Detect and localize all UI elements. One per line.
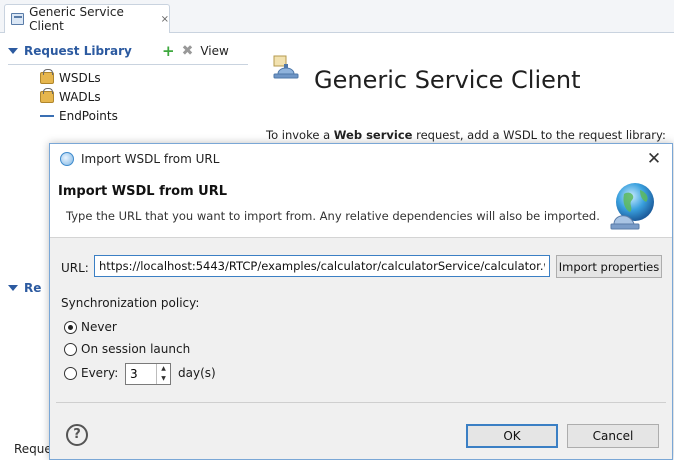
requests-header[interactable]: Re [8,279,41,297]
tree-item-wadls[interactable]: WADLs [40,88,101,105]
radio-button[interactable] [64,342,77,356]
url-input[interactable] [94,255,550,277]
editor-tab-bar: Generic Service Client ⨯ [0,0,674,33]
radio-button[interactable] [64,366,77,380]
tree-item-label: EndPoints [59,109,118,123]
days-input[interactable] [126,364,156,384]
service-client-logo-icon [273,55,299,79]
dialog-app-icon [60,152,74,166]
tree-item-label: WSDLs [59,71,101,85]
dialog-separator [56,402,666,403]
radio-label: Never [81,320,117,334]
dialog-window-title: Import WSDL from URL [81,152,220,166]
service-client-icon [11,13,25,25]
tab-close-icon[interactable]: ⨯ [161,14,169,25]
import-wsdl-dialog: Import WSDL from URL ✕ Import WSDL from … [49,143,673,460]
help-icon[interactable]: ? [66,424,88,446]
library-divider [8,64,248,65]
radio-on-session-launch[interactable]: On session launch [64,342,190,356]
sync-policy-label: Synchronization policy: [61,296,200,310]
tree-item-wsdls[interactable]: WSDLs [40,69,101,86]
tab-label: Generic Service Client [29,5,124,33]
radio-button-checked[interactable] [64,320,77,334]
tab-generic-service-client[interactable]: Generic Service Client ⨯ [4,4,170,33]
days-stepper[interactable]: ▲ ▼ [125,363,171,385]
radio-label: Every: [81,366,119,380]
stepper-arrows[interactable]: ▲ ▼ [156,364,170,384]
request-library-header[interactable]: Request Library [8,42,132,60]
dialog-header: Import WSDL from URL Type the URL that y… [50,174,672,238]
collapse-triangle-icon[interactable] [8,285,18,291]
stepper-down-icon[interactable]: ▼ [157,374,170,384]
intro-bold: Web service [333,128,413,142]
intro-text: To invoke a Web service request, add a W… [266,128,666,142]
ok-button[interactable]: OK [466,424,558,448]
dialog-heading: Import WSDL from URL [58,184,227,199]
intro-prefix: To invoke a [266,128,334,142]
days-unit-label: day(s) [178,366,216,380]
tree-item-endpoints[interactable]: EndPoints [40,108,118,124]
close-icon[interactable]: ✕ [644,149,664,169]
add-icon[interactable]: + [162,44,175,59]
dialog-description: Type the URL that you want to import fro… [66,209,600,223]
library-toolbar: + ✖ View [162,44,229,59]
requests-footer-text: Reque [14,442,52,456]
import-properties-button[interactable]: Import properties [556,255,662,278]
collapse-triangle-icon[interactable] [8,48,18,54]
dialog-titlebar[interactable]: Import WSDL from URL ✕ [50,144,672,174]
radio-label: On session launch [81,342,191,356]
requests-title: Re [24,281,42,295]
wsdl-icon [40,69,54,84]
view-button[interactable]: View [200,44,228,58]
request-library-title: Request Library [24,44,132,58]
page-title: Generic Service Client [314,66,581,94]
endpoint-icon [40,115,54,121]
remove-icon[interactable]: ✖ [182,44,194,58]
wadl-icon [40,88,54,103]
tree-item-label: WADLs [59,90,101,104]
radio-every[interactable]: Every: [64,366,118,380]
intro-suffix: request, add a WSDL to the request libra… [412,128,666,142]
cancel-button[interactable]: Cancel [567,424,659,448]
url-label: URL: [61,261,89,275]
globe-icon [610,183,654,230]
radio-never[interactable]: Never [64,320,117,334]
stepper-up-icon[interactable]: ▲ [157,364,170,374]
